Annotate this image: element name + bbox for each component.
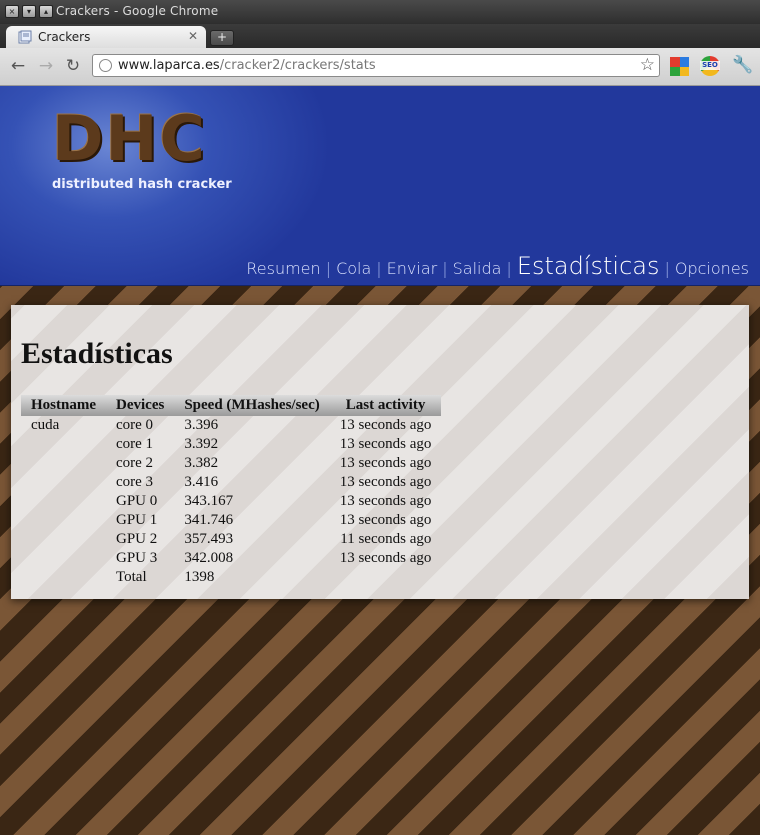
cell-device: core 2: [116, 455, 154, 471]
cell-last-activity: 13 seconds ago: [339, 417, 432, 433]
cell-speed: 357.493: [184, 531, 234, 547]
cell-hostname: [21, 492, 106, 511]
nav-item-salida[interactable]: Salida: [448, 259, 507, 278]
extension-seo-icon[interactable]: SEO: [700, 56, 720, 76]
reload-icon[interactable]: ↻: [63, 56, 83, 76]
table-row: core 3 3.416 13 seconds ago: [21, 473, 441, 492]
table-row: core 1 3.392 13 seconds ago: [21, 435, 441, 454]
table-row: GPU 0 343.167 13 seconds ago: [21, 492, 441, 511]
tab-label: Crackers: [38, 30, 91, 44]
site-tagline: distributed hash cracker: [52, 177, 232, 192]
new-tab-button[interactable]: +: [210, 30, 234, 46]
column-header-last-activity: Last activity: [329, 395, 442, 416]
cell-speed: 3.396: [184, 417, 219, 433]
cell-speed: 343.167: [184, 493, 234, 509]
globe-icon: [99, 59, 112, 72]
minimize-window-button[interactable]: ▾: [22, 5, 36, 18]
tab-crackers[interactable]: Crackers ✕: [6, 26, 206, 48]
nav-item-opciones[interactable]: Opciones: [670, 259, 754, 278]
cell-last-activity: 11 seconds ago: [340, 531, 432, 547]
cell-hostname: [21, 473, 106, 492]
seo-extension-label: SEO: [700, 61, 720, 70]
content-panel: Estadísticas Hostname Devices Speed (MHa…: [11, 305, 749, 599]
cell-hostname: cuda: [31, 417, 60, 433]
cell-device: GPU 3: [116, 550, 158, 566]
page-viewport: DHC distributed hash cracker Resumen | C…: [0, 86, 760, 835]
table-row: cuda core 0 3.396 13 seconds ago: [21, 416, 441, 435]
page-favicon-icon: [18, 30, 32, 44]
cell-speed: 1398: [184, 569, 215, 585]
table-row: GPU 3 342.008 13 seconds ago: [21, 549, 441, 568]
tab-close-icon[interactable]: ✕: [188, 29, 198, 43]
cell-last-activity: [330, 568, 442, 587]
site-logo[interactable]: DHC: [52, 104, 207, 174]
table-row: GPU 2 357.493 11 seconds ago: [21, 530, 441, 549]
cell-speed: 3.416: [184, 474, 219, 490]
page-title: Estadísticas: [21, 337, 173, 370]
cell-device: GPU 2: [116, 531, 158, 547]
cell-device: GPU 1: [116, 512, 158, 528]
cell-device: core 3: [116, 474, 154, 490]
title-bar: × ▾ ▴ Crackers - Google Chrome: [0, 0, 760, 24]
cell-hostname: [21, 511, 106, 530]
cell-device: GPU 0: [116, 493, 158, 509]
nav-item-resumen[interactable]: Resumen: [241, 259, 325, 278]
column-header-hostname: Hostname: [21, 395, 106, 416]
nav-item-estadisticas[interactable]: Estadísticas: [512, 252, 665, 280]
url-text[interactable]: www.laparca.es/cracker2/crackers/stats: [118, 58, 376, 73]
url-host: www.laparca.es: [118, 58, 220, 73]
cell-speed: 341.746: [184, 512, 234, 528]
bookmark-star-icon[interactable]: ☆: [640, 55, 655, 75]
cell-speed: 3.382: [184, 455, 219, 471]
cell-last-activity: 13 seconds ago: [339, 493, 432, 509]
cell-hostname: [21, 530, 106, 549]
tab-strip: Crackers ✕ +: [0, 24, 760, 48]
window-controls: × ▾ ▴: [5, 5, 53, 18]
stats-table: Hostname Devices Speed (MHashes/sec) Las…: [21, 395, 442, 587]
browser-toolbar: ← → ↻ www.laparca.es/cracker2/crackers/s…: [0, 48, 760, 86]
cell-device: core 1: [116, 436, 154, 452]
column-header-devices: Devices: [106, 395, 175, 416]
main-nav: Resumen | Cola | Enviar | Salida | Estad…: [241, 252, 754, 280]
wrench-menu-icon[interactable]: 🔧: [732, 55, 753, 75]
table-row: Total 1398: [21, 568, 441, 587]
nav-item-enviar[interactable]: Enviar: [382, 259, 443, 278]
stats-table-body: cuda core 0 3.396 13 seconds ago core 1 3.392…: [21, 416, 441, 587]
cell-hostname: [21, 568, 106, 587]
column-header-speed: Speed (MHashes/sec): [174, 395, 330, 416]
window-title: Crackers - Google Chrome: [56, 4, 219, 18]
close-window-button[interactable]: ×: [5, 5, 19, 18]
maximize-window-button[interactable]: ▴: [39, 5, 53, 18]
cell-hostname: [21, 435, 106, 454]
cell-last-activity: 13 seconds ago: [339, 512, 432, 528]
back-arrow-icon[interactable]: ←: [8, 56, 28, 76]
nav-item-cola[interactable]: Cola: [331, 259, 376, 278]
cell-last-activity: 13 seconds ago: [339, 436, 432, 452]
cell-last-activity: 13 seconds ago: [339, 550, 432, 566]
cell-device: Total: [116, 569, 147, 585]
cell-speed: 342.008: [184, 550, 234, 566]
table-row: core 2 3.382 13 seconds ago: [21, 454, 441, 473]
cell-speed: 3.392: [184, 436, 219, 452]
extension-colored-squares-icon[interactable]: [670, 57, 689, 76]
address-bar[interactable]: www.laparca.es/cracker2/crackers/stats ☆: [92, 54, 660, 77]
table-header-row: Hostname Devices Speed (MHashes/sec) Las…: [21, 395, 442, 416]
table-row: GPU 1 341.746 13 seconds ago: [21, 511, 441, 530]
cell-hostname: [21, 454, 106, 473]
cell-last-activity: 13 seconds ago: [339, 455, 432, 471]
cell-last-activity: 13 seconds ago: [339, 474, 432, 490]
cell-hostname: [21, 549, 106, 568]
url-path: /cracker2/crackers/stats: [219, 58, 376, 73]
browser-window: × ▾ ▴ Crackers - Google Chrome Crackers …: [0, 0, 760, 835]
forward-arrow-icon[interactable]: →: [36, 56, 56, 76]
site-header: DHC distributed hash cracker Resumen | C…: [0, 86, 760, 286]
cell-device: core 0: [116, 417, 154, 433]
